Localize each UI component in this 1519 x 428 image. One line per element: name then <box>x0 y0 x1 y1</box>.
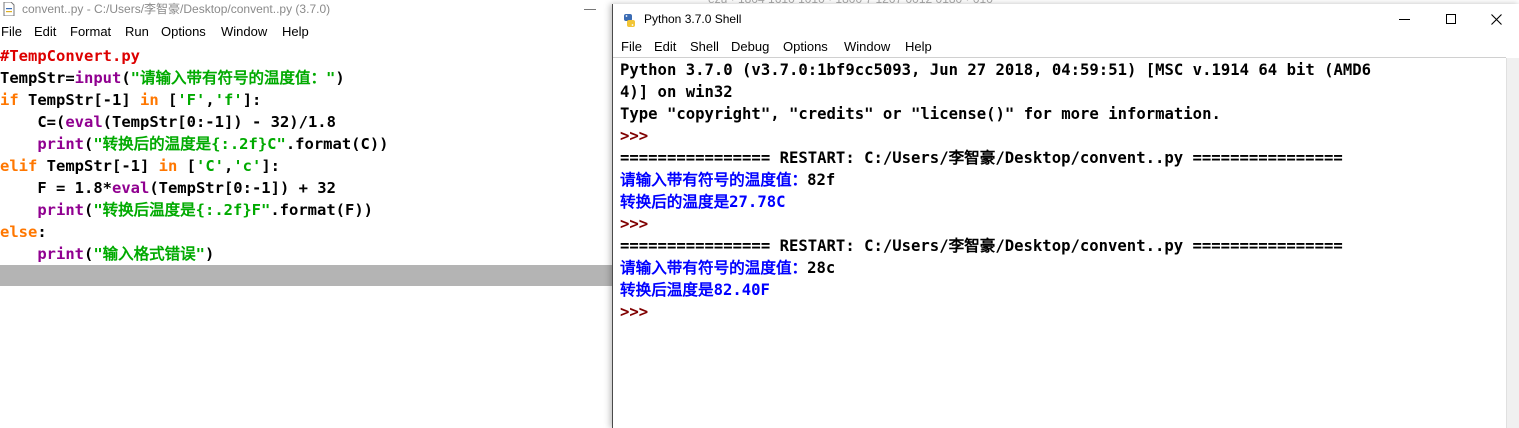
close-icon <box>1491 14 1502 25</box>
shell-menu-edit[interactable]: Edit <box>654 39 676 54</box>
editor-horizontal-scrollbar[interactable] <box>0 265 613 286</box>
shell-output[interactable]: Python 3.7.0 (v3.7.0:1bf9cc5093, Jun 27 … <box>620 59 1371 323</box>
shell-prompt-current[interactable]: >>> <box>620 301 1371 323</box>
editor-title: convent..py - C:/Users/李智豪/Desktop/conve… <box>22 2 331 16</box>
shell-prompt: >>> <box>620 215 658 233</box>
shell-input-line: 请输入带有符号的温度值：28c <box>620 259 836 277</box>
code-line: C=(eval(TempStr[0:-1]) - 32)/1.8 <box>0 113 336 131</box>
editor-menu-format[interactable]: Format <box>70 24 111 39</box>
code-line: if TempStr[-1] in ['F','f']: <box>0 91 262 109</box>
shell-prompt: >>> <box>620 127 658 145</box>
shell-title-bar[interactable]: Python 3.7.0 Shell <box>613 4 1519 35</box>
menu-separator <box>613 57 1506 58</box>
restart-line: ================ RESTART: C:/Users/李智豪/D… <box>620 237 1343 255</box>
shell-menu-help[interactable]: Help <box>905 39 932 54</box>
code-line: print("输入格式错误") <box>37 245 215 263</box>
editor-menu-edit[interactable]: Edit <box>34 24 56 39</box>
editor-menu-run[interactable]: Run <box>125 24 149 39</box>
shell-input-line: 请输入带有符号的温度值：82f <box>620 171 836 189</box>
code-line: elif TempStr[-1] in ['C','c']: <box>0 157 281 175</box>
code-line: #TempConvert.py <box>0 47 140 65</box>
editor-menu-file[interactable]: File <box>1 24 22 39</box>
code-line: F = 1.8*eval(TempStr[0:-1]) + 32 <box>0 179 336 197</box>
shell-menu-options[interactable]: Options <box>783 39 828 54</box>
shell-menu-debug[interactable]: Debug <box>731 39 769 54</box>
shell-window: Python 3.7.0 Shell File Edit Shell Debug… <box>612 4 1519 428</box>
shell-vertical-scrollbar[interactable] <box>1506 58 1519 428</box>
code-line: print("转换后温度是{:.2f}F".format(F)) <box>37 201 373 219</box>
maximize-icon <box>1446 14 1456 24</box>
shell-result-line: 转换后温度是82.40F <box>620 281 770 299</box>
code-line: print("转换后的温度是{:.2f}C".format(C)) <box>37 135 389 153</box>
shell-line: Python 3.7.0 (v3.7.0:1bf9cc5093, Jun 27 … <box>620 61 1372 79</box>
restart-line: ================ RESTART: C:/Users/李智豪/D… <box>620 149 1343 167</box>
python-logo-icon <box>624 14 635 27</box>
editor-menu-options[interactable]: Options <box>161 24 206 39</box>
shell-line: Type "copyright", "credits" or "license(… <box>620 105 1221 123</box>
shell-line: 4)] on win32 <box>620 83 733 101</box>
minimize-button[interactable] <box>1382 4 1428 35</box>
shell-menu-window[interactable]: Window <box>844 39 890 54</box>
editor-menu-help[interactable]: Help <box>282 24 309 39</box>
python-file-icon <box>3 2 15 16</box>
shell-title: Python 3.7.0 Shell <box>644 12 742 26</box>
code-line: else: <box>0 223 47 241</box>
code-editor[interactable]: #TempConvert.py TempStr=input("请输入带有符号的温… <box>0 45 389 265</box>
code-line: TempStr=input("请输入带有符号的温度值：") <box>0 69 345 87</box>
minimize-icon <box>1399 19 1410 20</box>
editor-minimize-icon[interactable] <box>584 9 596 10</box>
maximize-button[interactable] <box>1428 4 1474 35</box>
editor-menu-window[interactable]: Window <box>221 24 267 39</box>
close-button[interactable] <box>1474 4 1519 35</box>
shell-menu-shell[interactable]: Shell <box>690 39 719 54</box>
shell-menu-file[interactable]: File <box>621 39 642 54</box>
shell-result-line: 转换后的温度是27.78C <box>620 193 786 211</box>
